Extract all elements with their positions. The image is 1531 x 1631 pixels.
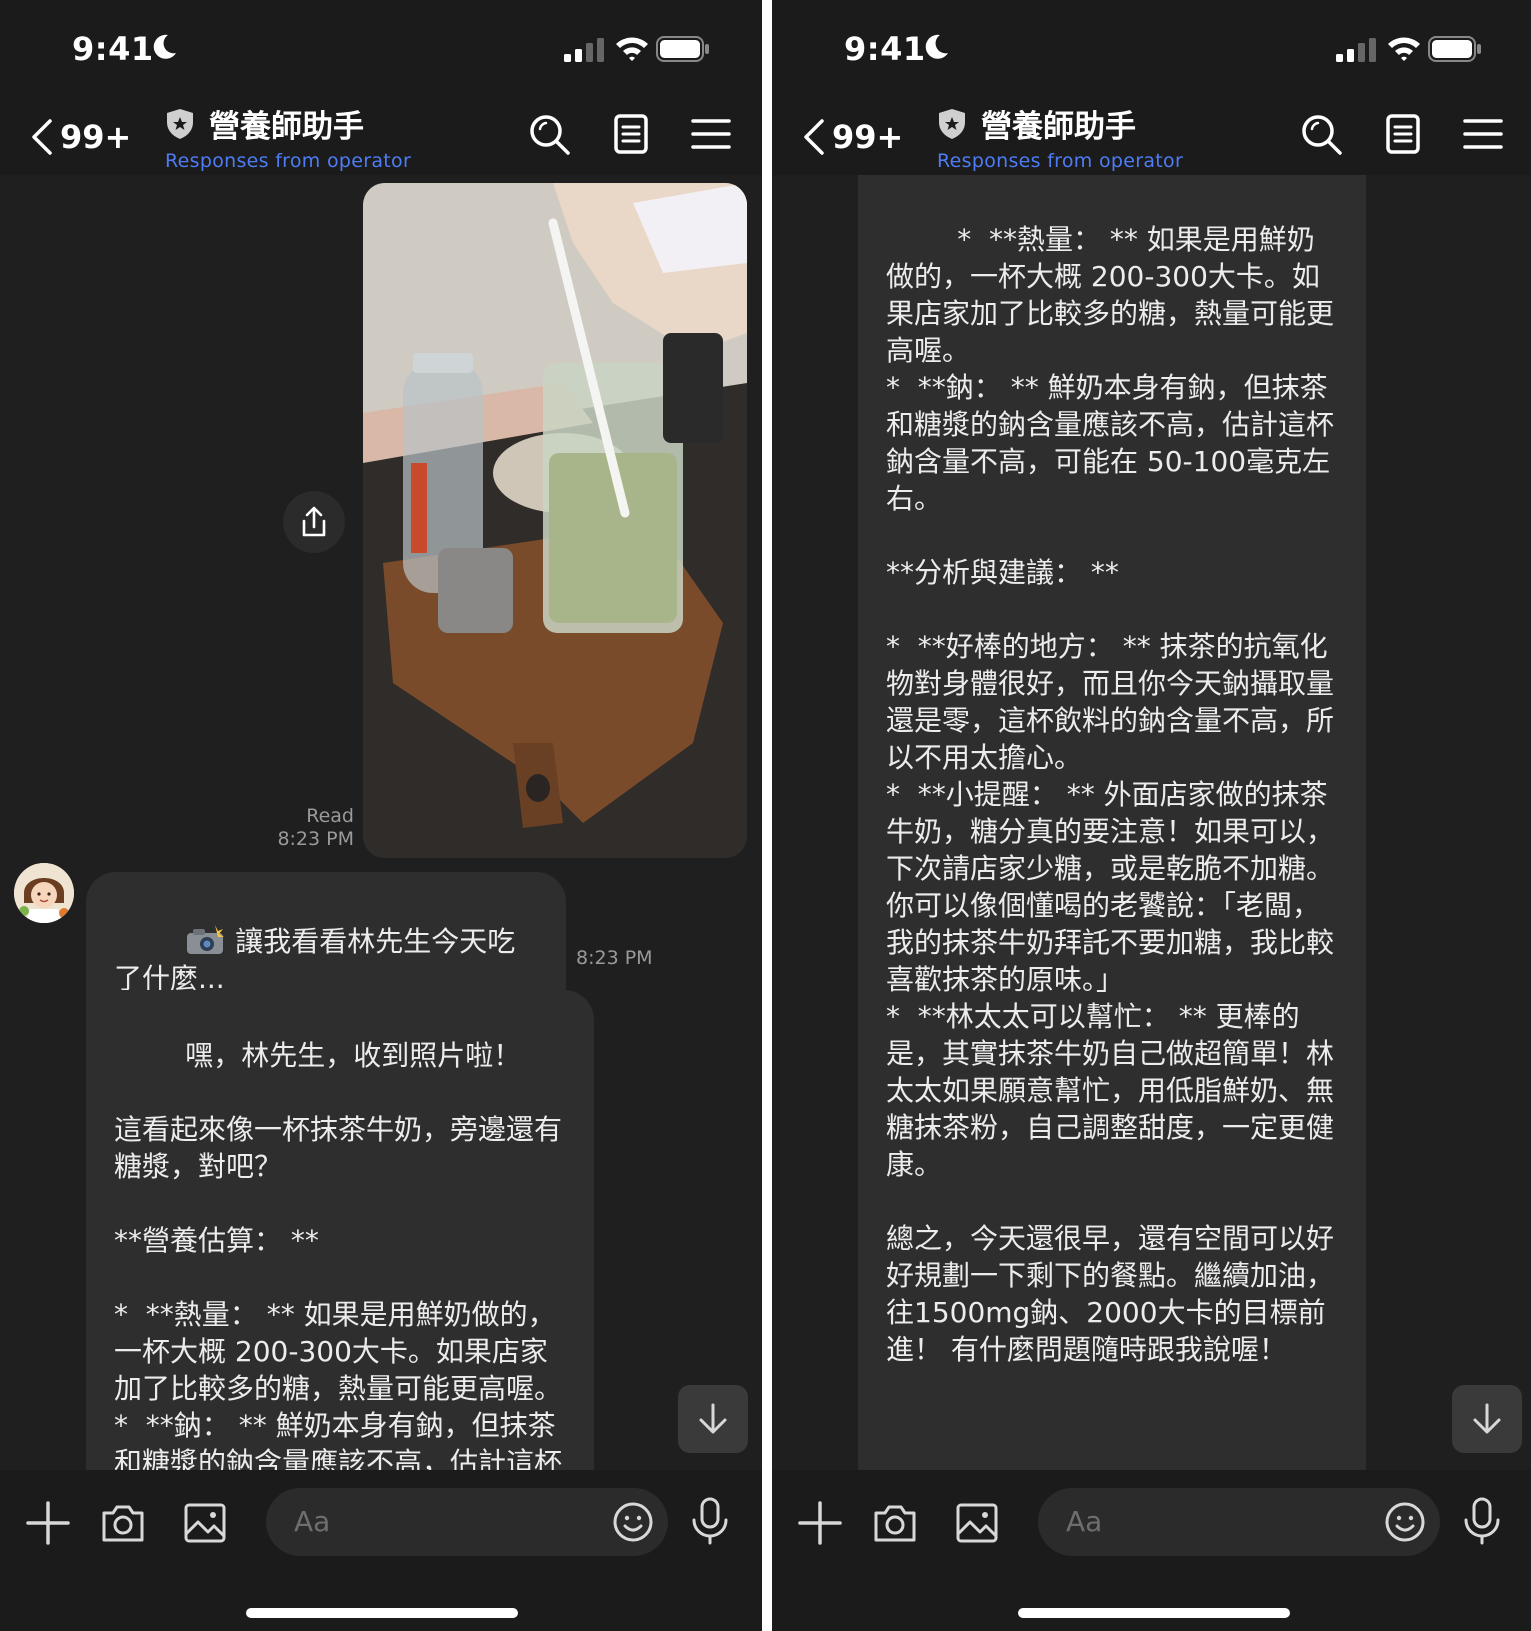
bot-message-bubble[interactable]: 嘿，林先生，收到照片啦！ 這看起來像一杯抹茶牛奶，旁邊還有糖漿，對吧？ **營養… — [86, 990, 594, 1470]
home-indicator[interactable] — [246, 1608, 518, 1618]
message-input-placeholder: Aa — [294, 1505, 331, 1538]
message-composer: Aa — [772, 1470, 1531, 1631]
message-composer: Aa — [0, 1470, 762, 1631]
sent-photo[interactable] — [363, 183, 747, 858]
bot-message-text: 讓我看看林先生今天吃了什麼... — [114, 925, 516, 995]
bot-message-text: * **熱量： ** 如果是用鮮奶做的，一杯大概 200-300大卡。如果店家加… — [886, 223, 1335, 1366]
moon-icon — [153, 34, 176, 59]
status-bar: 9:41 — [772, 0, 1531, 95]
chat-title: 營養師助手 — [981, 109, 1136, 145]
notes-icon[interactable] — [1380, 111, 1426, 157]
shield-icon — [167, 108, 193, 139]
chat-header: 99+ 營養師助手 Responses from operator — [0, 95, 762, 175]
camera-icon[interactable] — [100, 1500, 146, 1546]
image-icon[interactable] — [182, 1500, 228, 1546]
photo-timestamp: 8:23 PM — [277, 828, 354, 850]
plus-icon[interactable] — [25, 1500, 71, 1546]
home-indicator[interactable] — [1018, 1608, 1290, 1618]
message-input[interactable]: Aa — [266, 1488, 668, 1556]
back-button[interactable]: 99+ — [28, 115, 138, 159]
notes-icon[interactable] — [608, 111, 654, 157]
unread-count: 99+ — [832, 118, 904, 156]
unread-count: 99+ — [60, 118, 132, 156]
camera-flash-emoji-icon — [187, 925, 225, 954]
battery-icon — [656, 36, 709, 62]
phone-screen-left: 9:41 99+ 營養師助手 Responses from operator R… — [0, 0, 762, 1631]
camera-icon[interactable] — [872, 1500, 918, 1546]
wifi-icon — [616, 37, 648, 61]
chevron-left-icon — [804, 119, 824, 155]
emoji-icon[interactable] — [1384, 1501, 1426, 1543]
chat-header: 99+ 營養師助手 Responses from operator — [772, 95, 1531, 175]
mic-icon[interactable] — [1460, 1496, 1504, 1546]
matcha-latte-photo — [363, 183, 747, 858]
message-list[interactable]: * **熱量： ** 如果是用鮮奶做的，一杯大概 200-300大卡。如果店家加… — [772, 175, 1531, 1470]
read-receipt: Read 8:23 PM — [250, 805, 354, 851]
chat-subtitle: Responses from operator — [937, 150, 1184, 172]
message-list[interactable]: Read 8:23 PM 讓我看看林先生今天吃了什麼... 8:23 PM 嘿，… — [0, 175, 762, 1470]
chat-title-block[interactable]: 營養師助手 Responses from operator — [165, 101, 411, 172]
chat-subtitle: Responses from operator — [165, 150, 412, 172]
status-bar: 9:41 — [0, 0, 762, 95]
share-icon — [302, 506, 326, 537]
battery-icon — [1428, 36, 1481, 62]
emoji-icon[interactable] — [612, 1501, 654, 1543]
signal-icon — [1336, 38, 1376, 62]
bot-message-bubble[interactable]: * **熱量： ** 如果是用鮮奶做的，一杯大概 200-300大卡。如果店家加… — [858, 175, 1366, 1470]
phone-screen-right: 9:41 99+ 營養師助手 Responses from operator *… — [772, 0, 1531, 1631]
share-button[interactable] — [283, 491, 345, 553]
image-icon[interactable] — [954, 1500, 1000, 1546]
menu-icon[interactable] — [1460, 111, 1506, 157]
arrow-down-icon — [1473, 1403, 1501, 1434]
shield-icon — [939, 108, 965, 139]
screenshot-pair: 9:41 99+ 營養師助手 Responses from operator R… — [0, 0, 1531, 1631]
bot-message-text: 嘿，林先生，收到照片啦！ 這看起來像一杯抹茶牛奶，旁邊還有糖漿，對吧？ **營養… — [114, 1039, 563, 1470]
scroll-to-bottom-button[interactable] — [1452, 1385, 1522, 1453]
chevron-left-icon — [32, 119, 52, 155]
moon-icon — [925, 34, 948, 59]
wifi-icon — [1388, 37, 1420, 61]
status-time: 9:41 — [844, 30, 926, 68]
chat-title: 營養師助手 — [209, 109, 364, 145]
arrow-down-icon — [699, 1403, 727, 1434]
status-time: 9:41 — [72, 30, 154, 68]
screen-divider — [762, 0, 772, 1631]
signal-icon — [564, 38, 604, 62]
avatar[interactable] — [14, 863, 74, 923]
back-button[interactable]: 99+ — [800, 115, 910, 159]
message-input[interactable]: Aa — [1038, 1488, 1440, 1556]
read-label: Read — [306, 805, 354, 827]
menu-icon[interactable] — [688, 111, 734, 157]
scroll-to-bottom-button[interactable] — [678, 1385, 748, 1453]
message-input-placeholder: Aa — [1066, 1505, 1103, 1538]
search-icon[interactable] — [526, 111, 572, 157]
mic-icon[interactable] — [688, 1496, 732, 1546]
search-icon[interactable] — [1298, 111, 1344, 157]
plus-icon[interactable] — [797, 1500, 843, 1546]
nutritionist-avatar-image — [14, 863, 74, 923]
message-timestamp: 8:23 PM — [576, 947, 653, 969]
chat-title-block[interactable]: 營養師助手 Responses from operator — [937, 101, 1183, 172]
